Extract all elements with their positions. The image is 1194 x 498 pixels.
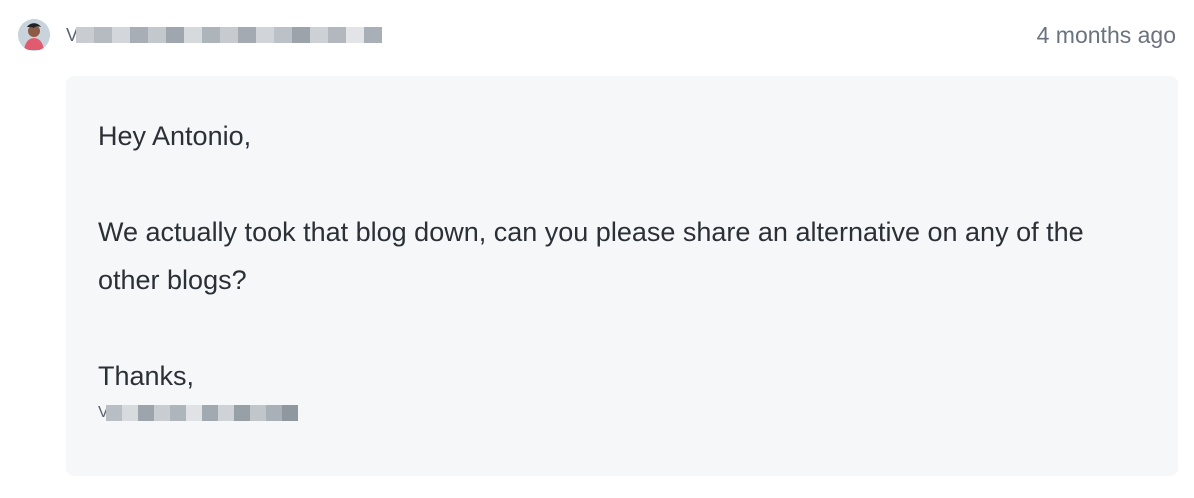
comment-greeting: Hey Antonio, bbox=[98, 121, 252, 151]
comment-message: We actually took that blog down, can you… bbox=[98, 217, 1084, 295]
signature-initial: V bbox=[98, 404, 109, 421]
author-name-redaction bbox=[76, 24, 382, 46]
comment-header: V 4 months ago bbox=[0, 0, 1194, 72]
author-name-initial: V bbox=[66, 25, 79, 45]
signature-redaction bbox=[106, 402, 298, 424]
comment-signature: V bbox=[98, 400, 1146, 426]
comment-closing: Thanks, bbox=[98, 361, 195, 391]
comment-body: Hey Antonio, We actually took that blog … bbox=[66, 76, 1178, 476]
comment-card: V 4 months ago Hey Antonio, We actually … bbox=[0, 0, 1194, 498]
author-name[interactable]: V bbox=[66, 24, 382, 46]
comment-timestamp: 4 months ago bbox=[1036, 22, 1176, 48]
avatar[interactable] bbox=[18, 19, 50, 51]
avatar-icon bbox=[18, 19, 50, 51]
